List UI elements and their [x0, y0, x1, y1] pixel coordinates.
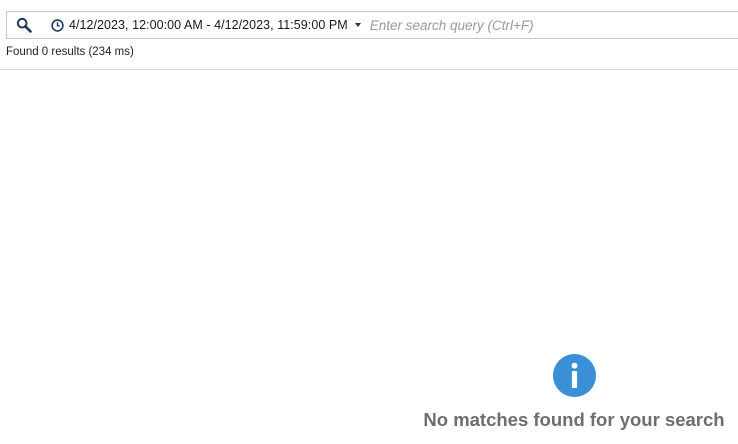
date-range-picker[interactable]: 4/12/2023, 12:00:00 AM - 4/12/2023, 11:5… [42, 12, 361, 38]
results-status: Found 0 results (234 ms) [6, 46, 134, 58]
search-icon[interactable] [11, 12, 37, 38]
empty-state-message: No matches found for your search [423, 409, 725, 430]
search-bar: 4/12/2023, 12:00:00 AM - 4/12/2023, 11:5… [6, 11, 738, 39]
date-range-text: 4/12/2023, 12:00:00 AM - 4/12/2023, 11:5… [69, 18, 348, 32]
search-page: 4/12/2023, 12:00:00 AM - 4/12/2023, 11:5… [0, 0, 738, 444]
divider [0, 69, 738, 70]
caret-down-icon [354, 22, 361, 27]
clock-icon [50, 18, 64, 32]
empty-state: No matches found for your search [409, 354, 738, 431]
search-input[interactable] [369, 14, 710, 36]
info-icon [552, 354, 596, 397]
